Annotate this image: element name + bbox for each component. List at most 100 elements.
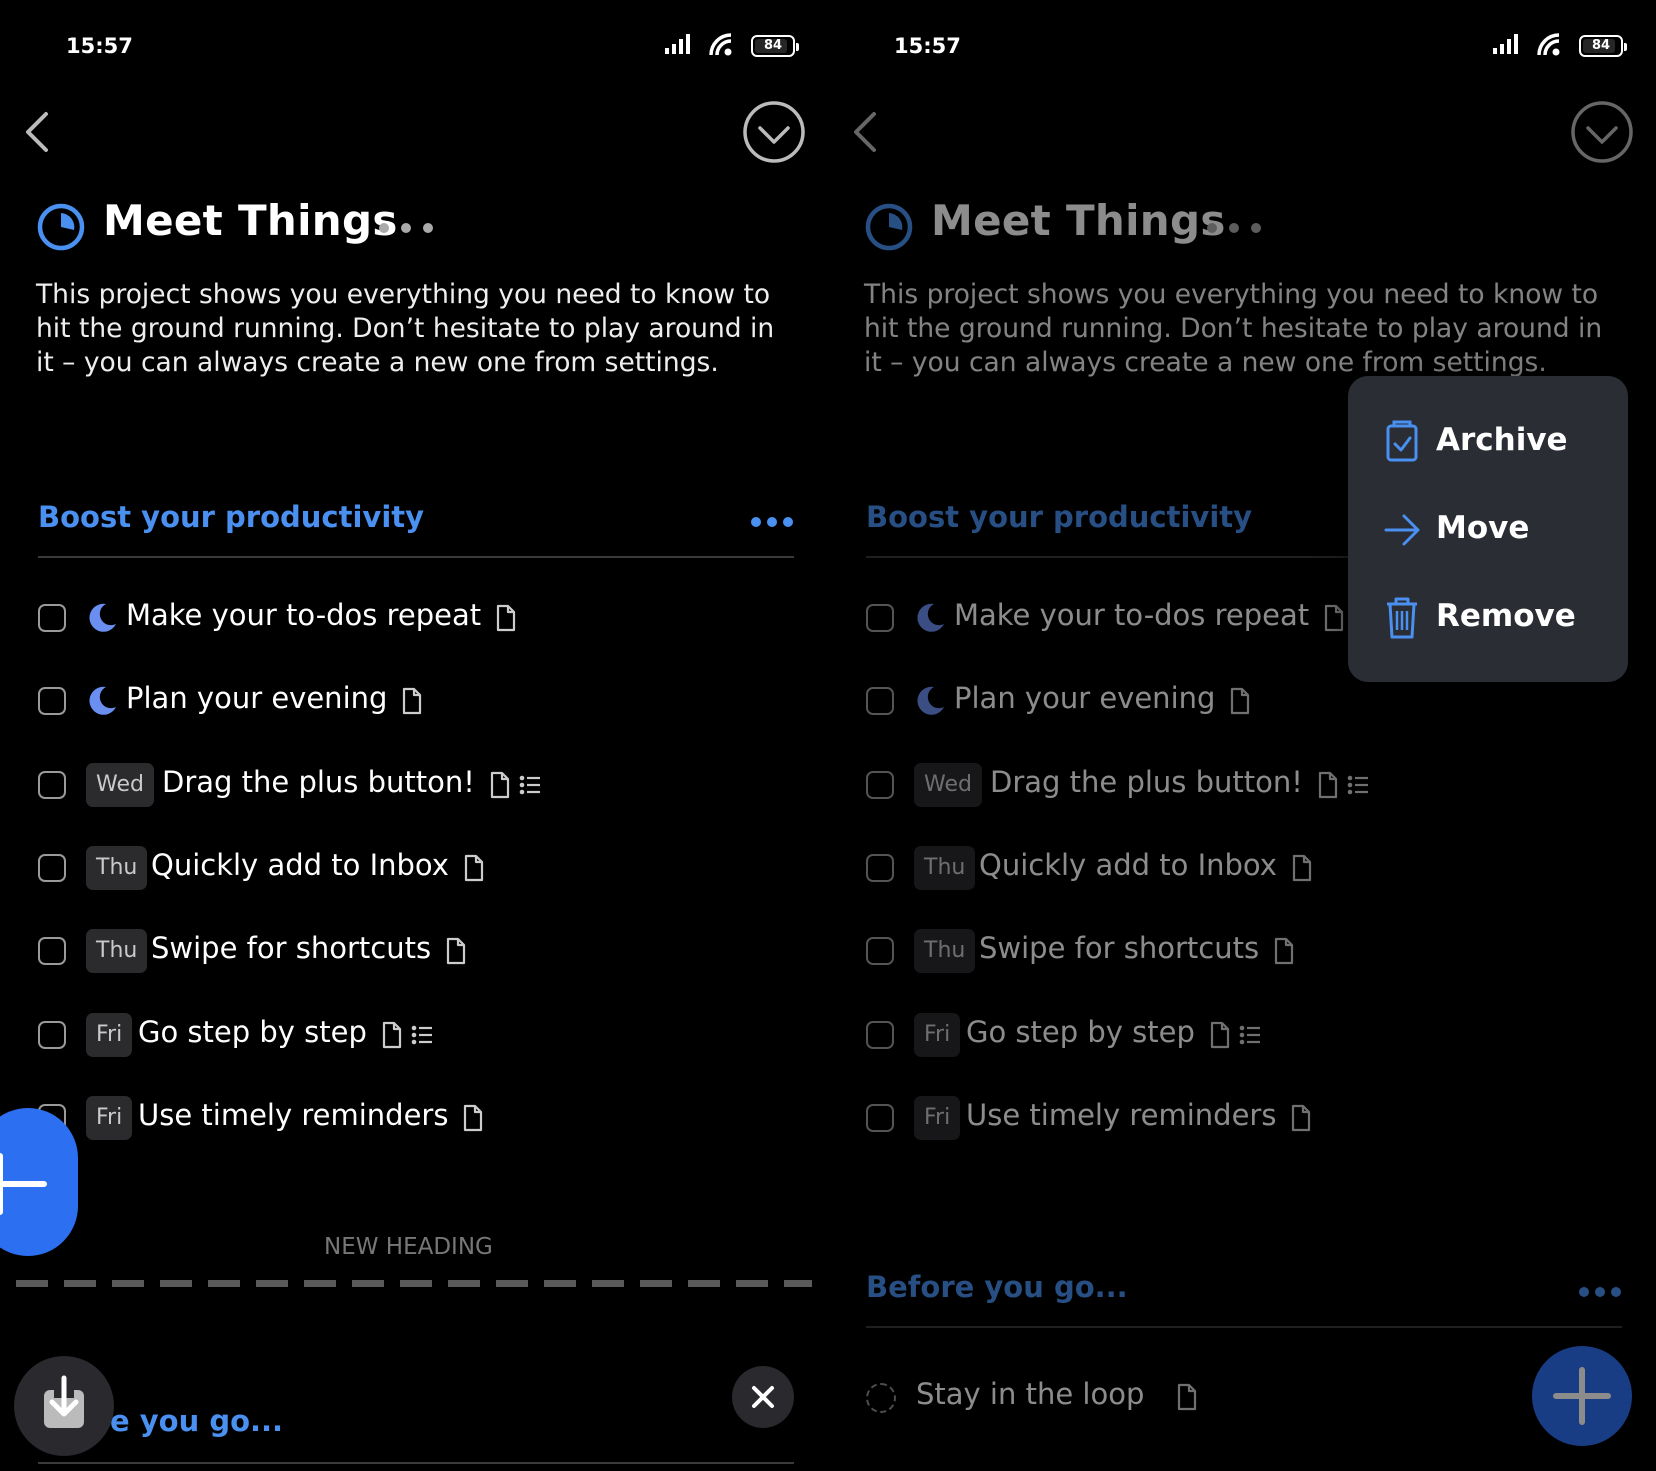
project-title[interactable]: Meet Things — [931, 196, 1226, 245]
task-checkbox[interactable] — [866, 1383, 896, 1413]
task-label: Make your to-dos repeat — [954, 598, 1310, 632]
task-checkbox[interactable] — [866, 604, 894, 632]
task-row[interactable]: Fri Go step by step — [38, 1011, 798, 1061]
note-icon — [490, 771, 510, 798]
project-title[interactable]: Meet Things — [103, 196, 398, 245]
project-header: Meet Things — [36, 196, 796, 256]
menu-item-label: Archive — [1436, 422, 1568, 458]
heading-boost[interactable]: Boost your productivity — [38, 500, 794, 560]
task-label: Make your to-dos repeat — [126, 598, 482, 632]
task-row[interactable]: Wed Drag the plus button! — [866, 761, 1626, 811]
task-label: Drag the plus button! — [162, 764, 475, 799]
task-row[interactable]: Wed Drag the plus button! — [38, 761, 798, 811]
project-progress-icon — [37, 203, 85, 251]
heading-before-you-go[interactable]: Before you go... — [866, 1270, 1622, 1330]
date-badge: Fri — [914, 1095, 961, 1140]
add-task-fab[interactable] — [1532, 1346, 1632, 1446]
task-checkbox[interactable] — [866, 937, 894, 966]
checklist-icon — [519, 775, 540, 794]
menu-item-label: Remove — [1436, 598, 1576, 634]
task-checkbox[interactable] — [38, 853, 66, 882]
task-row[interactable]: Thu Swipe for shortcuts — [38, 927, 798, 977]
project-header: Meet Things — [864, 196, 1624, 256]
heading-before-you-go[interactable]: e you go... — [38, 1400, 794, 1464]
move-arrow-icon — [1384, 514, 1420, 546]
task-label: Drag the plus button! — [990, 764, 1303, 799]
task-row[interactable]: Thu Quickly add to Inbox — [866, 844, 1626, 894]
date-badge: Wed — [914, 762, 982, 807]
task-row[interactable]: Plan your evening — [866, 677, 1626, 727]
import-button[interactable] — [14, 1356, 114, 1456]
drop-zone-divider — [16, 1280, 812, 1287]
date-badge: Thu — [86, 929, 148, 974]
more-icon[interactable] — [1578, 1286, 1622, 1298]
close-icon — [752, 1386, 774, 1408]
task-row[interactable]: Stay in the loop — [866, 1373, 1626, 1423]
project-progress-icon — [865, 203, 913, 251]
moon-icon — [89, 687, 116, 716]
checklist-icon — [411, 1025, 432, 1044]
date-badge: Fri — [86, 1012, 133, 1057]
task-label: Swipe for shortcuts — [151, 931, 432, 966]
project-description[interactable]: This project shows you everything you ne… — [864, 278, 1624, 380]
battery-percent: 84 — [763, 38, 783, 53]
battery-nub — [796, 43, 799, 51]
task-checkbox[interactable] — [866, 1103, 894, 1132]
task-checkbox[interactable] — [866, 687, 894, 716]
heading-divider — [38, 556, 794, 558]
task-label: Quickly add to Inbox — [151, 847, 449, 882]
heading-label: Boost your productivity — [38, 500, 425, 534]
note-icon — [1210, 1021, 1229, 1048]
moon-icon — [917, 603, 944, 632]
task-row[interactable]: Thu Swipe for shortcuts — [866, 927, 1626, 977]
task-row[interactable]: Fri Use timely reminders — [866, 1094, 1626, 1144]
dimmed-content: Meet Things This project shows you every… — [828, 0, 1656, 1471]
menu-item-label: Move — [1436, 510, 1530, 546]
note-icon — [1177, 1383, 1197, 1411]
task-checkbox[interactable] — [866, 770, 894, 799]
screen-right: 15:57 84 Meet Things This project shows … — [828, 0, 1656, 1471]
task-checkbox[interactable] — [38, 1020, 66, 1049]
project-description[interactable]: This project shows you everything you ne… — [36, 278, 796, 380]
plus-icon — [1553, 1367, 1611, 1425]
more-icon[interactable] — [1206, 222, 1262, 234]
task-row[interactable]: Thu Quickly add to Inbox — [38, 844, 798, 894]
menu-item-archive[interactable]: Archive — [1384, 412, 1624, 472]
status-icons: 84 — [665, 33, 805, 63]
menu-item-move[interactable]: Move — [1384, 500, 1624, 560]
task-checkbox[interactable] — [38, 770, 66, 799]
screen-left: 15:57 84 Meet Things This project shows … — [0, 0, 828, 1471]
heading-label: Before you go... — [866, 1270, 1128, 1304]
back-icon[interactable] — [22, 108, 52, 156]
date-badge: Thu — [86, 845, 148, 890]
done-circle-icon[interactable] — [742, 100, 806, 164]
more-icon[interactable] — [378, 222, 434, 234]
heading-label: e you go... — [110, 1404, 284, 1438]
archive-icon — [1386, 420, 1418, 462]
date-badge: Fri — [914, 1012, 961, 1057]
done-circle-icon[interactable] — [1570, 100, 1634, 164]
signal-icon — [665, 34, 690, 54]
task-checkbox[interactable] — [38, 687, 66, 716]
task-row[interactable]: Plan your evening — [38, 677, 798, 727]
task-row[interactable]: Make your to-dos repeat — [38, 594, 798, 644]
more-icon[interactable] — [750, 516, 794, 528]
moon-icon — [89, 603, 116, 632]
menu-item-remove[interactable]: Remove — [1384, 588, 1624, 648]
task-row[interactable]: Fri Use timely reminders — [38, 1094, 798, 1144]
task-label: Use timely reminders — [138, 1097, 449, 1132]
heading-context-menu: Archive Move Remove — [1348, 376, 1628, 682]
task-checkbox[interactable] — [38, 937, 66, 966]
plus-icon — [0, 1153, 47, 1215]
note-icon — [403, 688, 422, 715]
note-icon — [464, 854, 484, 881]
task-label: Swipe for shortcuts — [979, 931, 1260, 966]
task-checkbox[interactable] — [866, 853, 894, 882]
close-button[interactable] — [732, 1366, 794, 1428]
back-icon[interactable] — [850, 108, 880, 156]
task-label: Use timely reminders — [966, 1097, 1277, 1132]
add-task-fab[interactable] — [0, 1108, 78, 1256]
task-checkbox[interactable] — [866, 1020, 894, 1049]
task-row[interactable]: Fri Go step by step — [866, 1011, 1626, 1061]
task-checkbox[interactable] — [38, 604, 66, 632]
